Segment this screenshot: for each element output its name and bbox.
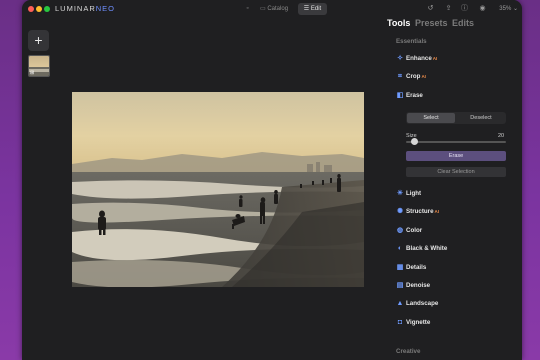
app-logo-accent: NEO bbox=[95, 4, 116, 13]
tool-vignette-label: Vignette bbox=[406, 319, 431, 326]
landscape-icon: ▲ bbox=[396, 300, 404, 307]
catalog-tab[interactable]: ▭ Catalog bbox=[260, 4, 288, 14]
selection-mode-toggle: Select Deselect bbox=[406, 112, 506, 124]
undo-icon[interactable]: ↺ bbox=[426, 4, 435, 13]
clear-selection-button[interactable]: Clear Selection bbox=[406, 167, 506, 177]
ai-badge: AI bbox=[432, 56, 438, 61]
zoom-value: 35% bbox=[499, 6, 512, 12]
eye-icon[interactable]: ◉ bbox=[478, 4, 487, 13]
edit-tab-label: Edit bbox=[310, 6, 322, 12]
edit-tab[interactable]: ☰ Edit bbox=[298, 3, 327, 15]
app-window: LUMINARNEO ◦ ▭ Catalog ☰ Edit ↺ ⇪ ⓘ ◉ 35… bbox=[22, 0, 522, 360]
add-icon: + bbox=[34, 32, 43, 48]
ai-badge: AI bbox=[421, 74, 426, 79]
size-slider-handle[interactable] bbox=[410, 138, 418, 145]
app-logo: LUMINARNEO bbox=[55, 4, 115, 14]
share-icon[interactable]: ⇪ bbox=[444, 4, 453, 13]
photo-canvas[interactable] bbox=[72, 92, 364, 287]
back-icon[interactable]: ◦ bbox=[243, 4, 252, 13]
tool-details-label: Details bbox=[406, 264, 427, 271]
structure-icon: ✺ bbox=[397, 208, 403, 215]
deselect-button[interactable]: Deselect bbox=[457, 113, 505, 123]
zoom-window-button[interactable] bbox=[44, 6, 50, 12]
tool-structure-label: Structure bbox=[406, 208, 434, 215]
details-icon: ▦ bbox=[396, 264, 404, 271]
chevron-down-icon: ⌄ bbox=[512, 6, 518, 12]
catalog-tab-label: Catalog bbox=[267, 6, 289, 12]
denoise-icon: ▤ bbox=[396, 282, 404, 289]
tab-tools[interactable]: Tools bbox=[387, 17, 410, 29]
beach-photo bbox=[72, 92, 364, 287]
size-value: 20 bbox=[498, 133, 505, 139]
close-window-button[interactable] bbox=[28, 6, 34, 12]
tool-erase-label: Erase bbox=[406, 92, 423, 99]
tool-color-label: Color bbox=[406, 227, 423, 234]
vignette-icon: ◘ bbox=[397, 319, 403, 326]
tab-edits[interactable]: Edits bbox=[452, 17, 474, 29]
tool-denoise-label: Denoise bbox=[406, 282, 431, 289]
photo-thumbnail[interactable]: ⊞ bbox=[28, 55, 50, 77]
erase-icon: ◧ bbox=[396, 92, 404, 99]
tool-enhance-label: Enhance bbox=[406, 55, 432, 62]
enhance-icon: ✧ bbox=[397, 55, 403, 62]
tool-black-white-label: Black & White bbox=[406, 245, 448, 252]
black-white-icon: ◐ bbox=[397, 245, 403, 252]
section-creative: Creative bbox=[396, 348, 421, 355]
catalog-icon: ▭ bbox=[260, 6, 266, 12]
tools-panel: Tools Presets Edits Essentials ✧ Enhance… bbox=[382, 14, 522, 360]
color-icon: ◍ bbox=[396, 227, 404, 234]
zoom-control[interactable]: 35% ⌄ bbox=[499, 4, 518, 14]
app-logo-text: LUMINAR bbox=[55, 4, 96, 13]
edit-icon: ☰ bbox=[303, 6, 310, 12]
add-photos-button[interactable]: + bbox=[28, 30, 49, 51]
sun-icon: ☀ bbox=[396, 190, 404, 197]
minimize-window-button[interactable] bbox=[36, 6, 42, 12]
section-essentials: Essentials bbox=[396, 38, 427, 45]
erase-button[interactable]: Erase bbox=[406, 151, 506, 161]
tool-landscape-label: Landscape bbox=[406, 300, 439, 307]
size-slider-track[interactable] bbox=[406, 141, 506, 143]
info-icon[interactable]: ⓘ bbox=[460, 4, 469, 13]
edited-badge-icon: ⊞ bbox=[30, 70, 35, 76]
tab-presets[interactable]: Presets bbox=[415, 17, 448, 29]
tool-light-label: Light bbox=[406, 190, 422, 197]
crop-icon: ⌗ bbox=[398, 73, 402, 80]
tool-crop-label: Crop bbox=[406, 73, 421, 80]
ai-badge: AI bbox=[434, 209, 440, 214]
select-button[interactable]: Select bbox=[407, 113, 455, 123]
